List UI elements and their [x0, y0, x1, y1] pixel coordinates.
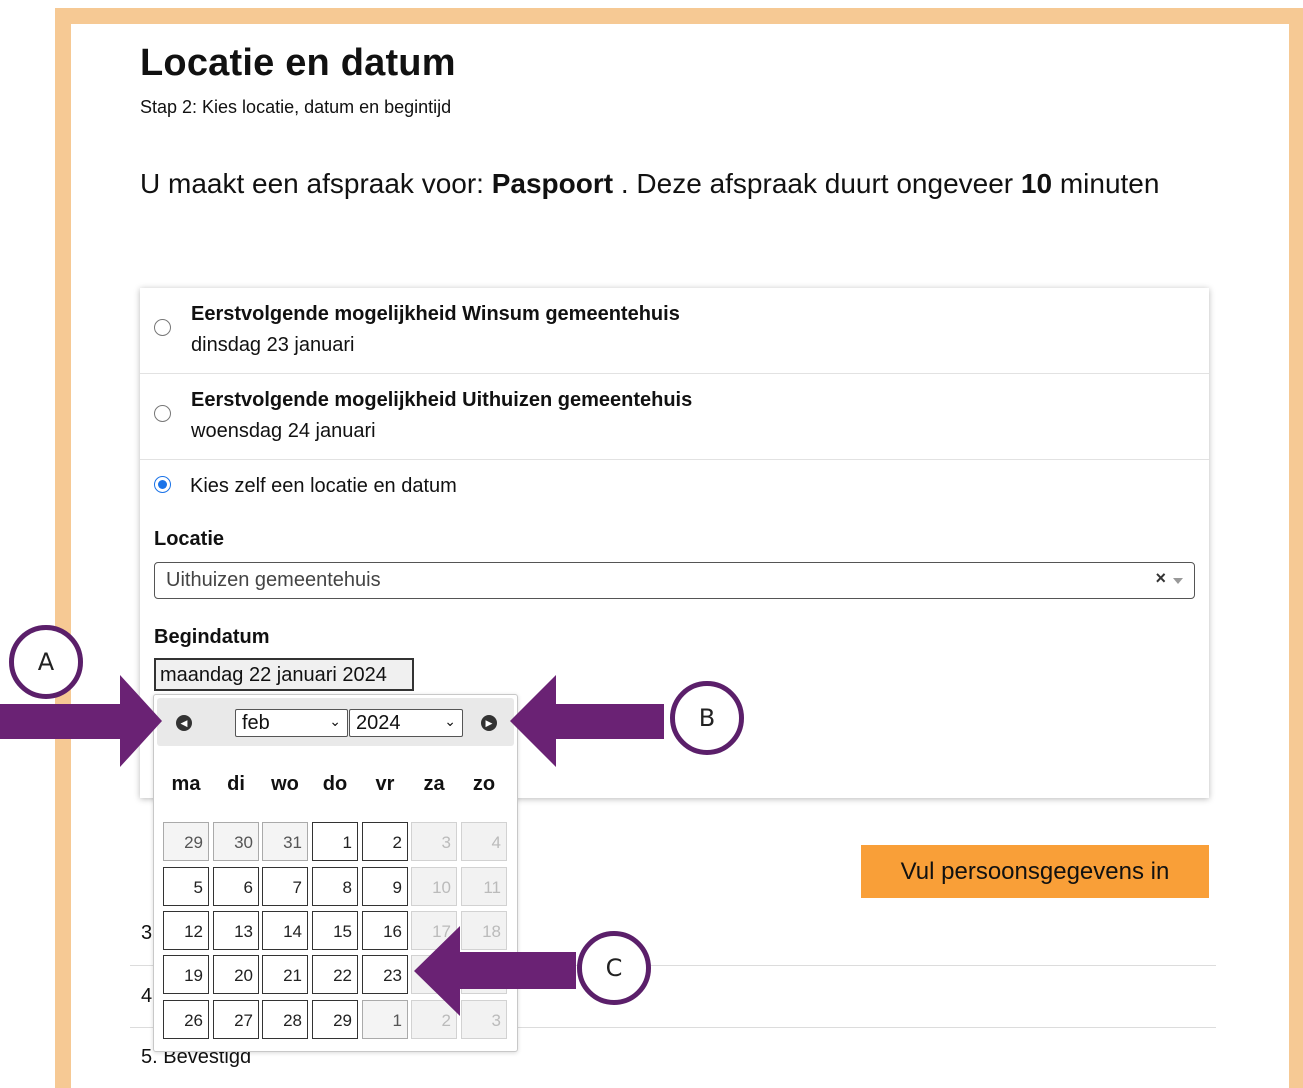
- arrow-b: [510, 675, 664, 767]
- annotation-arrows: [0, 675, 664, 1016]
- callout-a: A: [9, 625, 83, 699]
- arrow-c: [414, 926, 576, 1016]
- callout-b: B: [670, 681, 744, 755]
- callout-c: C: [577, 931, 651, 1005]
